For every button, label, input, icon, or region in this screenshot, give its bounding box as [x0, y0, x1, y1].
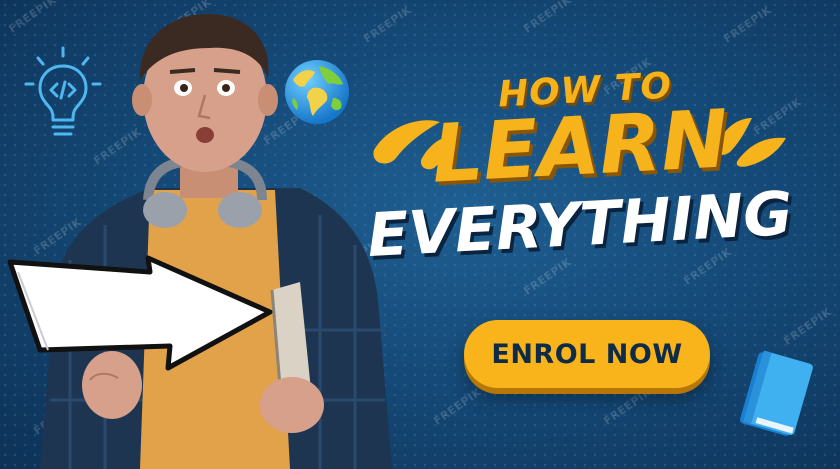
promo-banner: FREEPIK FREEPIK FREEPIK FREEPIK FREEPIK … — [0, 0, 840, 469]
book-icon — [740, 350, 813, 436]
student-with-arrow-sign — [7, 14, 392, 469]
headline: HOW TO LEARN EVERYTHING — [360, 65, 800, 271]
enrol-now-button[interactable]: ENROL NOW — [464, 320, 710, 388]
